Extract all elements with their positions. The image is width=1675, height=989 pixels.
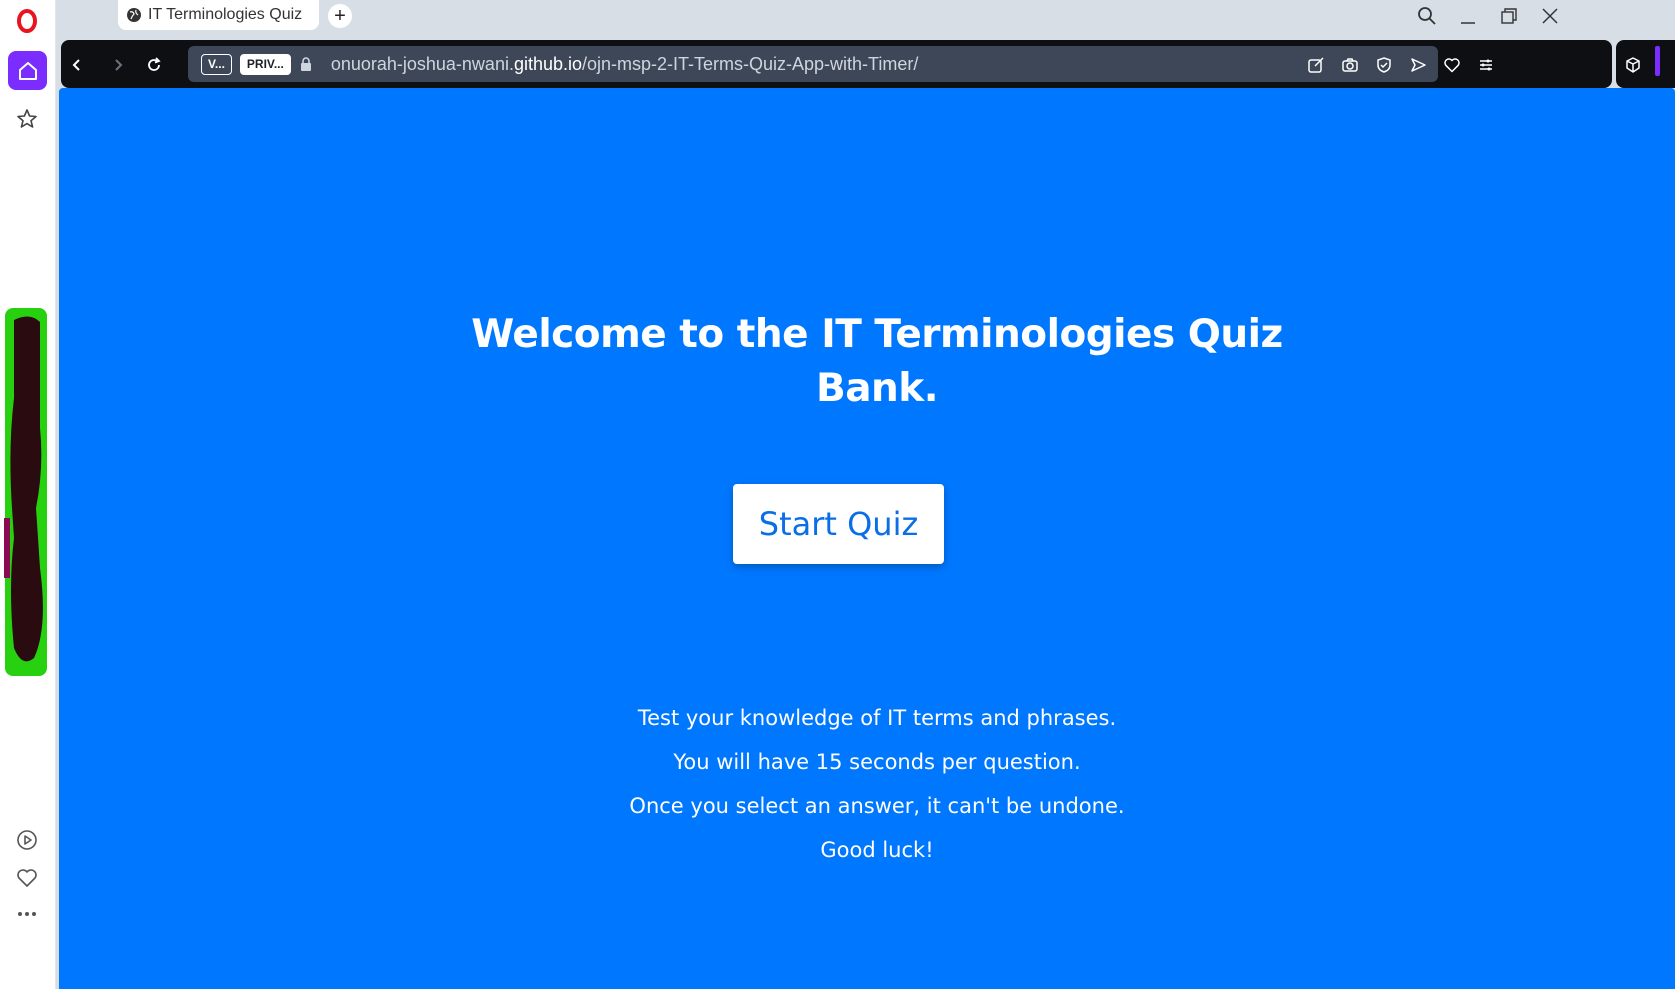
intro-line: Test your knowledge of IT terms and phra… [637,706,1117,730]
ad-blocker-button[interactable] [1373,54,1395,76]
page-heading: Welcome to the IT Terminologies Quiz Ban… [467,308,1287,416]
restore-icon [1501,8,1517,24]
home-button[interactable] [8,51,47,90]
send-button[interactable] [1407,54,1429,76]
shield-icon [1377,57,1391,73]
minimize-icon [1461,22,1475,24]
play-icon[interactable] [15,828,39,852]
star-icon[interactable] [15,107,39,131]
edit-share-icon [1308,57,1324,73]
back-button[interactable] [66,54,88,76]
cube-icon [1626,57,1640,73]
globe-icon [127,8,141,22]
quiz-intro: Test your knowledge of IT terms and phra… [467,696,1287,872]
scroll-indicator [1655,46,1660,76]
chevron-right-icon [115,59,123,71]
restore-button[interactable] [1496,3,1522,29]
reload-button[interactable] [143,54,165,76]
minimize-button[interactable] [1455,3,1481,29]
tab-title: IT Terminologies Quiz [148,6,303,23]
url-text[interactable]: onuorah-joshua-nwani.github.io/ojn-msp-2… [331,54,919,75]
address-bar[interactable]: V... PRIV... onuorah-joshua-nwani.github… [188,46,1438,82]
bookmark-button[interactable] [1441,54,1463,76]
extensions-button[interactable] [1622,54,1644,76]
vpn-chip[interactable]: V... [201,53,232,75]
intro-line: Once you select an answer, it can't be u… [629,794,1125,818]
chevron-left-icon [72,59,80,71]
forward-button[interactable] [107,54,129,76]
home-icon [18,61,37,80]
heading-line-2: Bank. [815,366,939,411]
tab-strip: IT Terminologies Quiz + [56,0,1675,40]
heart-icon[interactable] [15,866,39,890]
reload-icon [148,57,161,71]
camera-icon [1342,58,1358,72]
intro-line: You will have 15 seconds per question. [673,750,1081,774]
more-icon[interactable] [15,902,39,926]
opera-logo-icon[interactable] [14,8,40,34]
heading-line-1: Welcome to the IT Terminologies Quiz [471,312,1283,357]
search-icon [1418,7,1436,25]
browser-toolbar: V... PRIV... onuorah-joshua-nwani.github… [61,40,1612,88]
quiz-page: Welcome to the IT Terminologies Quiz Ban… [59,88,1675,989]
sidebar-extension-icon[interactable] [4,308,48,678]
lock-icon[interactable] [299,56,313,72]
search-tabs-button[interactable] [1414,3,1440,29]
snapshot-button[interactable] [1339,54,1361,76]
menu-icon [1480,59,1492,71]
extensions-area [1616,40,1675,88]
start-quiz-button[interactable]: Start Quiz [733,484,944,564]
easy-setup-button[interactable] [1475,54,1497,76]
browser-tab[interactable]: IT Terminologies Quiz [118,0,319,30]
close-window-button[interactable] [1537,3,1563,29]
new-tab-button[interactable]: + [328,4,352,28]
intro-line: Good luck! [820,838,934,862]
snapshot-edit-button[interactable] [1305,54,1327,76]
close-icon [1542,8,1558,24]
heart-icon [1444,58,1460,73]
browser-sidebar [0,0,56,989]
send-icon [1411,58,1426,72]
private-chip[interactable]: PRIV... [239,53,291,75]
